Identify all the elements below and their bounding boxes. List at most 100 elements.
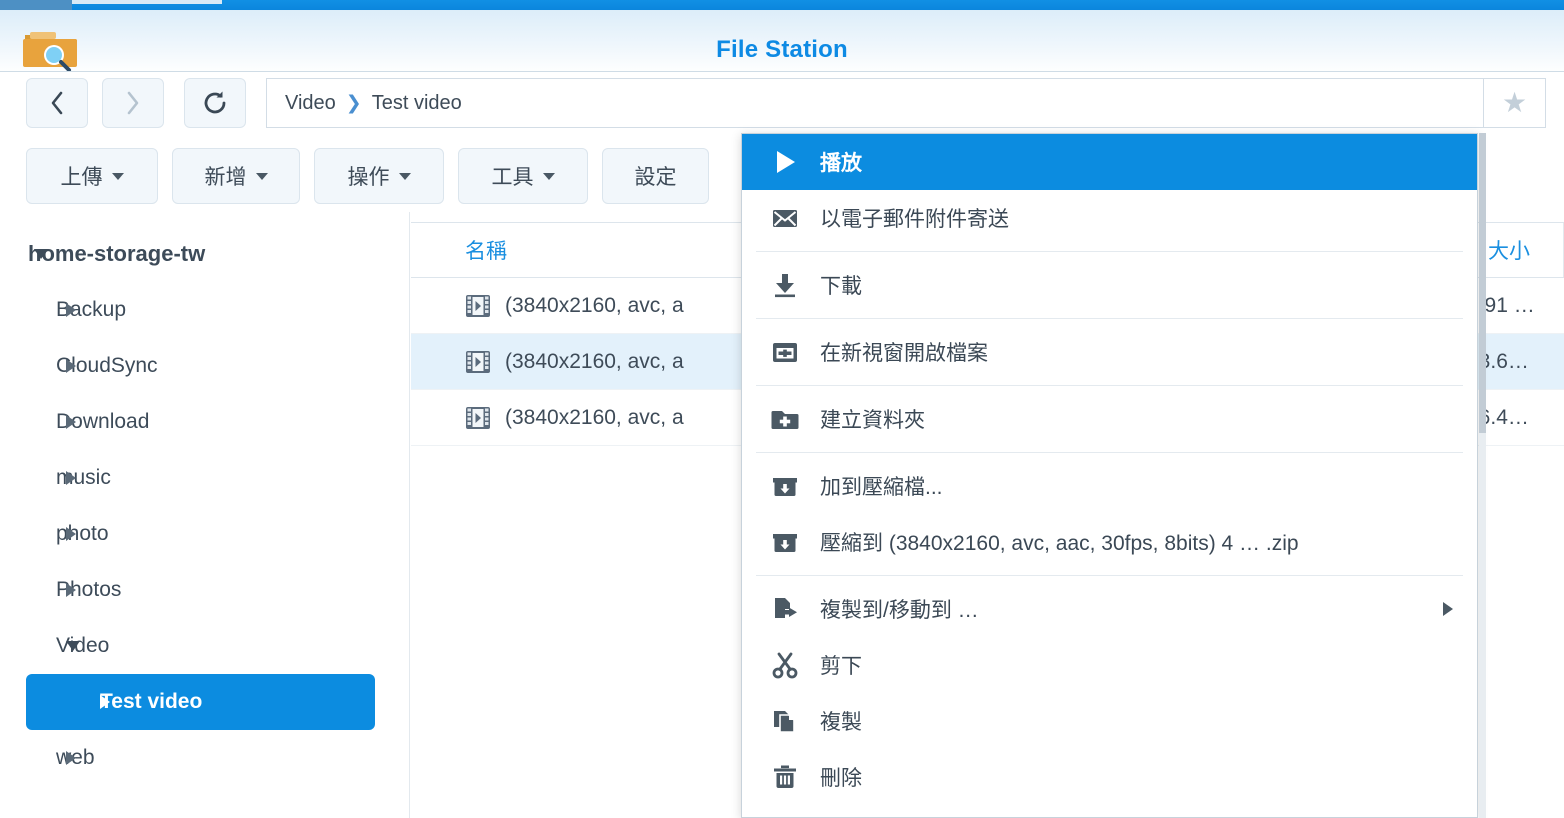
trash-icon [770,762,800,792]
menu-item-2[interactable]: 下載 [742,257,1477,313]
menu-separator [756,251,1463,252]
sidebar-item-music[interactable]: music [0,450,409,506]
menu-item-label: 播放 [820,152,862,175]
scissors-icon [770,650,800,680]
sidebar-item-label: music [56,466,111,489]
menu-item-6[interactable]: 壓縮到 (3840x2160, avc, aac, 30fps, 8bits) … [742,514,1477,570]
chevron-down-icon [111,172,124,180]
new-folder-icon [770,404,800,434]
sidebar-item-backup[interactable]: Backup [0,282,409,338]
folder-tree-sidebar: home-storage-tw Backup CloudSync Download m… [0,212,410,818]
chevron-right-icon[interactable] [100,695,110,709]
sidebar-item-download[interactable]: Download [0,394,409,450]
menu-item-label: 加到壓縮檔... [820,476,943,499]
chevron-right-icon [1443,602,1453,616]
menu-item-9[interactable]: 複製 [742,693,1477,749]
menu-item-label: 以電子郵件附件寄送 [820,208,1009,231]
menu-item-7[interactable]: 複製到/移動到 … [742,581,1477,637]
toolbar-button-label: 上傳 [60,166,103,189]
chevron-right-icon[interactable] [66,583,76,597]
sidebar-item-label: Video [56,634,110,657]
menu-separator [756,318,1463,319]
toolbar-button-1[interactable]: 新增 [172,148,300,204]
chevron-right-icon[interactable] [66,751,76,765]
menu-item-8[interactable]: 剪下 [742,637,1477,693]
chevron-right-icon[interactable] [66,359,76,373]
menu-item-4[interactable]: 建立資料夾 [742,391,1477,447]
sidebar-item-label: photo [56,522,109,545]
menu-item-3[interactable]: 在新視窗開啟檔案 [742,324,1477,380]
sidebar-item-label: Test video [100,690,203,713]
menu-item-label: 下載 [820,275,862,298]
favorite-button[interactable]: ★ [1484,78,1546,128]
menu-item-label: 剪下 [820,655,862,678]
menu-item-5[interactable]: 加到壓縮檔... [742,458,1477,514]
video-file-icon [465,293,491,319]
chevron-right-icon[interactable] [66,415,76,429]
back-button[interactable] [26,78,88,128]
chevron-right-icon[interactable] [66,303,76,317]
sidebar-item-photo[interactable]: photo [0,506,409,562]
sidebar-item-video[interactable]: Video [0,618,409,674]
menu-item-label: 刪除 [820,767,862,790]
chevron-down-icon [398,172,411,180]
breadcrumb-item-0[interactable]: Video [285,92,336,115]
sidebar-item-web[interactable]: web [0,730,409,786]
window-titlebar [0,0,1564,10]
context-menu-scrollbar[interactable] [1479,133,1486,818]
file-name: (3840x2160, avc, a [505,405,684,429]
menu-item-label: 在新視窗開啟檔案 [820,342,988,365]
menu-separator [756,385,1463,386]
window-tab-stub [0,0,72,10]
copy-icon [770,706,800,736]
sidebar-item-cloudsync[interactable]: CloudSync [0,338,409,394]
download-icon [770,270,800,300]
breadcrumb-item-1[interactable]: Test video [372,92,462,115]
breadcrumb-separator-icon: ❯ [345,92,362,114]
toolbar-button-0[interactable]: 上傳 [26,148,158,204]
context-menu: 播放以電子郵件附件寄送 下載在新視窗開啟檔案 建立資料夾加到壓縮檔... 壓縮到 (3… [741,133,1478,818]
toolbar-button-3[interactable]: 工具 [458,148,588,204]
file-name: (3840x2160, avc, a [505,349,684,373]
toolbar-button-label: 工具 [491,166,534,189]
tree-root-home-storage-tw[interactable]: home-storage-tw [0,226,409,282]
column-header-name-label: 名稱 [465,240,507,263]
sidebar-item-test-video[interactable]: Test video [26,674,375,730]
chevron-right-icon[interactable] [66,471,76,485]
copy-move-icon [770,594,800,624]
toolbar-button-4[interactable]: 設定 [602,148,709,204]
refresh-button[interactable] [184,78,246,128]
archive-icon [770,527,800,557]
menu-item-10[interactable]: 刪除 [742,749,1477,805]
chevron-down-icon[interactable] [66,641,80,651]
menu-item-1[interactable]: 以電子郵件附件寄送 [742,190,1477,246]
video-file-icon [465,405,491,431]
forward-button[interactable] [102,78,164,128]
back-chevron-icon [51,91,63,115]
file-name: (3840x2160, avc, a [505,293,684,317]
window-titlebar-seam [72,0,222,4]
toolbar-button-label: 設定 [634,166,677,189]
chevron-down-icon [542,172,555,180]
chevron-right-icon[interactable] [66,527,76,541]
navigation-bar: Video ❯ Test video ★ [0,72,1564,134]
file-station-window: File Station Video ❯ Test video ★ 上傳 新增 … [0,0,1564,818]
envelope-icon [770,203,800,233]
toolbar-button-label: 操作 [347,166,390,189]
archive-icon [770,471,800,501]
toolbar-button-2[interactable]: 操作 [314,148,444,204]
menu-separator [756,452,1463,453]
menu-item-label: 壓縮到 (3840x2160, avc, aac, 30fps, 8bits) … [820,532,1299,555]
breadcrumb[interactable]: Video ❯ Test video [266,78,1484,128]
play-icon [770,147,800,177]
chevron-down-icon[interactable] [34,249,48,259]
app-header: File Station [0,10,1564,72]
menu-item-0[interactable]: 播放 [742,134,1477,190]
page-title: File Station [716,36,848,63]
menu-item-label: 建立資料夾 [820,409,925,432]
menu-separator [756,575,1463,576]
forward-chevron-icon [127,91,139,115]
star-icon: ★ [1501,87,1528,118]
sidebar-item-photos[interactable]: Photos [0,562,409,618]
tree-root-label: home-storage-tw [28,241,206,266]
